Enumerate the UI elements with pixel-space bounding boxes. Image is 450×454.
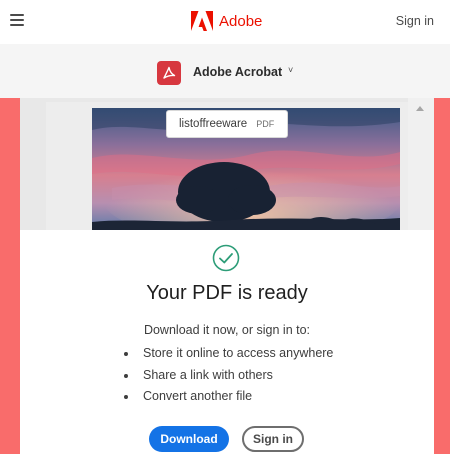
scroll-up-icon[interactable] — [416, 106, 424, 111]
file-name: listoffreeware — [179, 118, 248, 130]
adobe-logo-icon — [191, 11, 213, 31]
file-type-badge: PDF — [256, 119, 275, 129]
list-item: Share a link with others — [122, 365, 333, 387]
file-name-chip: listoffreeware PDF — [166, 110, 288, 138]
global-header: Adobe Sign in — [0, 0, 450, 44]
intro-text: Download it now, or sign in to: — [143, 323, 311, 337]
product-header: Adobe Acrobat ˅ — [0, 44, 450, 98]
adobe-brand[interactable]: Adobe — [191, 11, 262, 31]
header-sign-in-link[interactable]: Sign in — [396, 14, 434, 28]
hamburger-menu-icon[interactable] — [10, 14, 24, 26]
brand-name: Adobe — [219, 12, 263, 30]
checkmark-circle-icon — [212, 244, 240, 272]
chevron-down-icon[interactable]: ˅ — [288, 65, 293, 75]
download-button[interactable]: Download — [149, 426, 229, 452]
sign-in-button[interactable]: Sign in — [242, 426, 304, 452]
list-item: Convert another file — [122, 386, 333, 408]
preview-scrollbar[interactable] — [408, 98, 434, 230]
page-title: Your PDF is ready — [146, 282, 308, 304]
product-name[interactable]: Adobe Acrobat — [193, 65, 282, 79]
list-item: Store it online to access anywhere — [122, 343, 333, 365]
acrobat-logo-icon[interactable] — [157, 61, 181, 85]
benefits-list: Store it online to access anywhere Share… — [122, 343, 333, 408]
